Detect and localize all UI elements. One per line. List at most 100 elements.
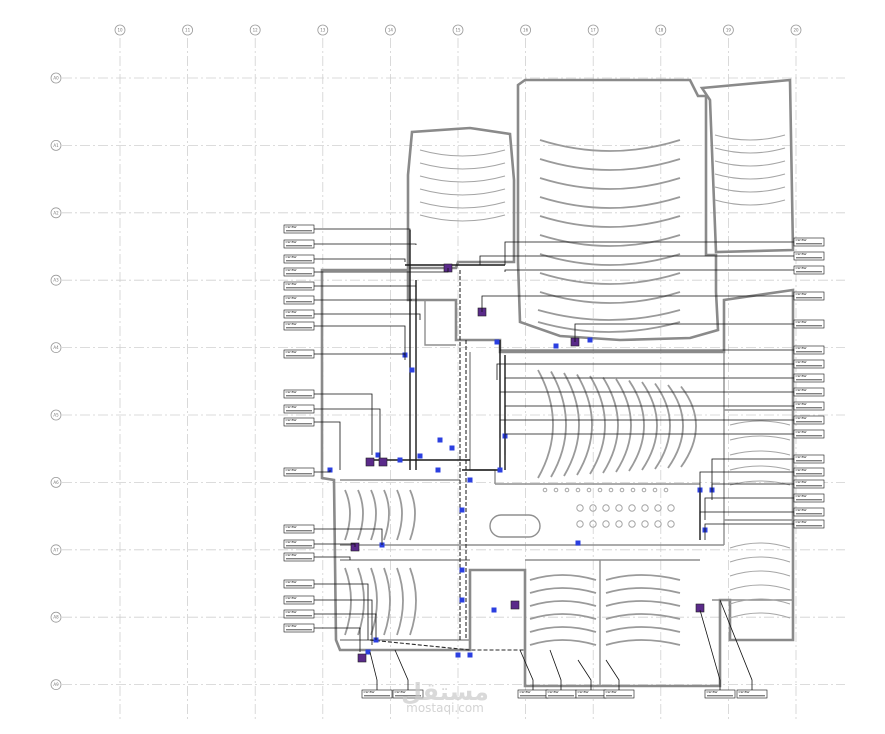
seat-row <box>529 613 597 620</box>
grid-column-label: 12 <box>253 28 259 33</box>
seat-row <box>419 214 506 222</box>
pipe-tag: CW BW <box>499 415 825 438</box>
grid-row-label: A9 <box>53 682 59 687</box>
pipe-tag-label: CW BW <box>286 296 297 300</box>
pipe-tag-label: CW BW <box>286 540 297 544</box>
pipe-tag-label: CW BW <box>796 238 807 242</box>
pipe-tag: CW BW <box>479 251 825 265</box>
tag-leader <box>499 391 794 410</box>
seat-row <box>729 465 791 471</box>
seat-row <box>529 600 597 607</box>
seat-row <box>729 542 791 549</box>
pipe-tag-label: CW BW <box>286 418 297 422</box>
seat-row <box>396 489 403 541</box>
equipment-unit <box>510 600 520 610</box>
grid-row-bubble: A6 <box>50 476 62 488</box>
seat-row <box>357 489 364 541</box>
grid-column-bubble: 19 <box>723 24 734 36</box>
pipe-tag-label: CW BW <box>578 690 589 694</box>
pipe-tag-label: CW BW <box>286 553 297 557</box>
grid-column-bubble: 10 <box>114 24 126 36</box>
pipe-tag: CW BW <box>575 659 607 699</box>
pipe-tag-label: CW BW <box>286 240 297 244</box>
tag-leader <box>314 243 417 245</box>
pipe-tag-label: CW BW <box>796 430 807 434</box>
pipe-tag-label: CW BW <box>286 225 297 229</box>
pipe-tag-label: CW BW <box>286 255 297 259</box>
pipe-tag-label: CW BW <box>286 390 297 394</box>
pipe-tag: CW BW <box>603 659 635 699</box>
tag-leader <box>699 511 794 530</box>
grid-row-label: A5 <box>53 413 59 418</box>
seat-row <box>714 134 786 141</box>
seat-row <box>409 567 417 636</box>
grid-column-bubble: 20 <box>790 24 802 36</box>
lobby-table <box>602 520 610 528</box>
pipe-tag-label: CW BW <box>286 468 297 472</box>
grid-row-bubble: A9 <box>50 679 62 690</box>
plumbing-fixture <box>497 467 503 473</box>
pipe-tag: CW BW <box>283 224 411 234</box>
grid-column-label: 20 <box>793 28 799 33</box>
plumbing-fixture <box>449 445 455 451</box>
plumbing-fixture <box>397 457 403 463</box>
grid-column-bubble: 15 <box>452 24 464 36</box>
grid-column-label: 10 <box>117 28 123 33</box>
plumbing-fixture <box>575 540 581 546</box>
seat-row <box>419 188 506 196</box>
lobby-table <box>628 520 636 528</box>
equipment-unit <box>365 457 375 467</box>
pipe-tag-label: CW BW <box>796 402 807 406</box>
grid-row-label: A3 <box>53 278 59 283</box>
tag-leader <box>314 325 406 355</box>
plumbing-fixture <box>417 453 423 459</box>
pipe-tag-label: CW BW <box>286 610 297 614</box>
seat-row <box>729 435 791 441</box>
grid-row-bubble: A7 <box>50 544 62 556</box>
seat-row <box>714 173 786 180</box>
pipe-tag-label: CW BW <box>707 690 718 694</box>
pipe-tag-label: CW BW <box>286 322 297 326</box>
lobby-table <box>628 504 636 512</box>
lobby-chair <box>663 487 669 493</box>
pipe-tag-label: CW BW <box>606 690 617 694</box>
seat-row <box>409 489 416 541</box>
grid-row-bubble: A1 <box>50 139 62 151</box>
pipe-tag: CW BW <box>283 539 356 549</box>
plumbing-fixture <box>459 597 465 603</box>
grid-column-bubble: 18 <box>655 24 667 36</box>
tag-leader <box>504 405 794 425</box>
seat-row <box>529 587 597 594</box>
pipe-tag-label: CW BW <box>796 416 807 420</box>
pipe-tag: CW BW <box>481 291 825 312</box>
grid-column-label: 13 <box>320 28 326 33</box>
lobby-table <box>654 504 662 512</box>
grid-row-label: A8 <box>53 615 59 620</box>
theater-small-north <box>406 126 516 270</box>
lobby-chair <box>553 487 559 493</box>
pipe-tag-label: CW BW <box>286 268 297 272</box>
pipe-tag: CW BW <box>361 651 393 699</box>
grid-column-label: 15 <box>455 28 461 33</box>
pipe-tag: CW BW <box>504 265 825 275</box>
seat-row <box>529 639 597 646</box>
seat-row <box>539 196 681 209</box>
grid-row-bubble: A8 <box>50 611 62 623</box>
pipe-tag-label: CW BW <box>796 388 807 392</box>
tag-leader <box>314 408 381 458</box>
seat-row <box>539 291 681 304</box>
plumbing-fixture <box>409 367 415 373</box>
lobby-table <box>654 520 662 528</box>
grid-row-label: A6 <box>53 480 59 485</box>
pipe-tag-label: CW BW <box>796 360 807 364</box>
seat-row <box>383 567 391 636</box>
grid-row-label: A7 <box>53 547 59 552</box>
pipe-tag-label: CW BW <box>796 468 807 472</box>
grid-row-bubble: A3 <box>50 274 62 286</box>
seat-row <box>714 160 786 167</box>
lobby-table <box>615 520 623 528</box>
lobby-table <box>641 520 649 528</box>
seat-row <box>370 489 377 541</box>
pipe-tag: CW BW <box>499 387 825 410</box>
pipe-tag-label: CW BW <box>286 310 297 314</box>
